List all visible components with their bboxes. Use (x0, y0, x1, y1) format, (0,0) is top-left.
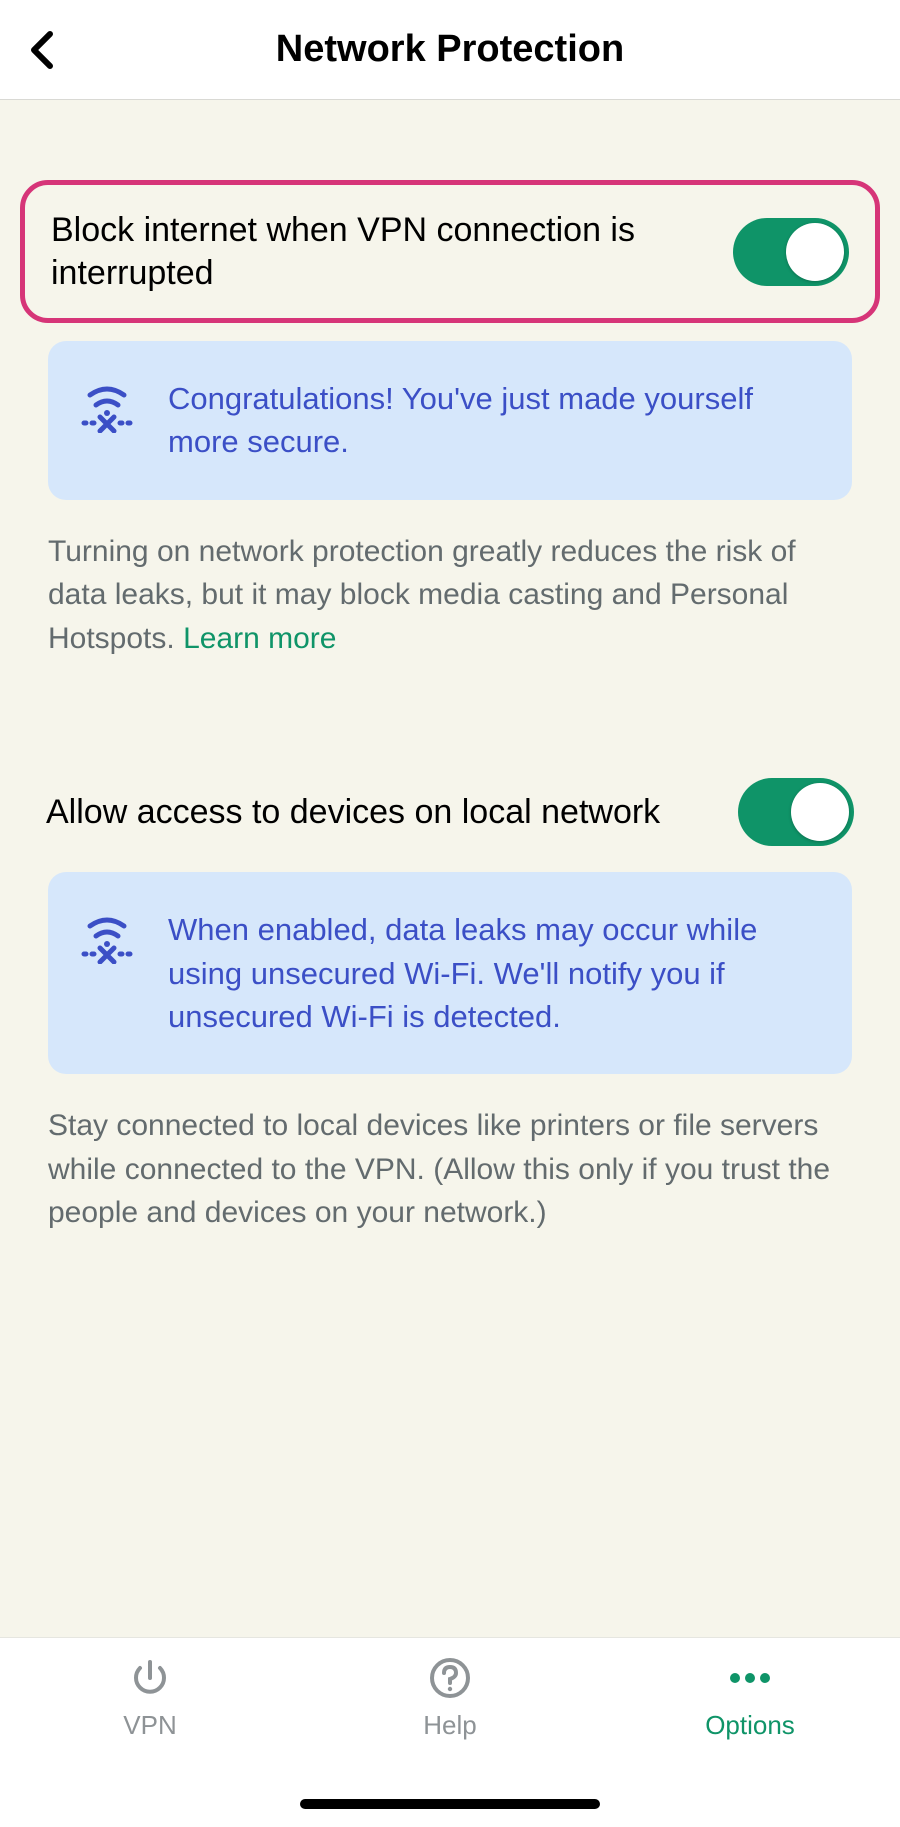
block-internet-desc-text: Turning on network protection greatly re… (48, 535, 796, 655)
power-icon (128, 1656, 172, 1700)
network-shield-icon (80, 383, 134, 433)
header: Network Protection (0, 0, 900, 100)
local-network-toggle[interactable] (738, 778, 854, 846)
toggle-knob (786, 223, 844, 281)
chevron-left-icon (28, 30, 56, 70)
local-network-desc: Stay connected to local devices like pri… (48, 1104, 852, 1235)
local-network-setting: Allow access to devices on local network (20, 770, 880, 854)
tab-vpn-label: VPN (123, 1710, 176, 1741)
tab-vpn[interactable]: VPN (0, 1656, 300, 1827)
page-title: Network Protection (0, 28, 900, 71)
more-horizontal-icon (723, 1656, 777, 1700)
home-indicator[interactable] (300, 1799, 600, 1809)
block-internet-toggle[interactable] (733, 218, 849, 286)
help-icon (428, 1656, 472, 1700)
tab-help-label: Help (423, 1710, 476, 1741)
block-internet-label: Block internet when VPN connection is in… (51, 209, 713, 294)
tab-options-label: Options (705, 1710, 795, 1741)
toggle-knob (791, 783, 849, 841)
tab-options[interactable]: Options (600, 1656, 900, 1827)
block-internet-desc: Turning on network protection greatly re… (48, 530, 852, 661)
block-internet-info-text: Congratulations! You've just made yourse… (168, 377, 816, 464)
local-network-label: Allow access to devices on local network (46, 791, 718, 834)
local-network-info-text: When enabled, data leaks may occur while… (168, 908, 816, 1038)
local-network-info: When enabled, data leaks may occur while… (48, 872, 852, 1074)
block-internet-info: Congratulations! You've just made yourse… (48, 341, 852, 500)
network-shield-icon (80, 914, 134, 964)
learn-more-link[interactable]: Learn more (183, 622, 336, 655)
block-internet-setting: Block internet when VPN connection is in… (20, 180, 880, 323)
back-button[interactable] (20, 28, 64, 72)
content: Block internet when VPN connection is in… (0, 100, 900, 1235)
